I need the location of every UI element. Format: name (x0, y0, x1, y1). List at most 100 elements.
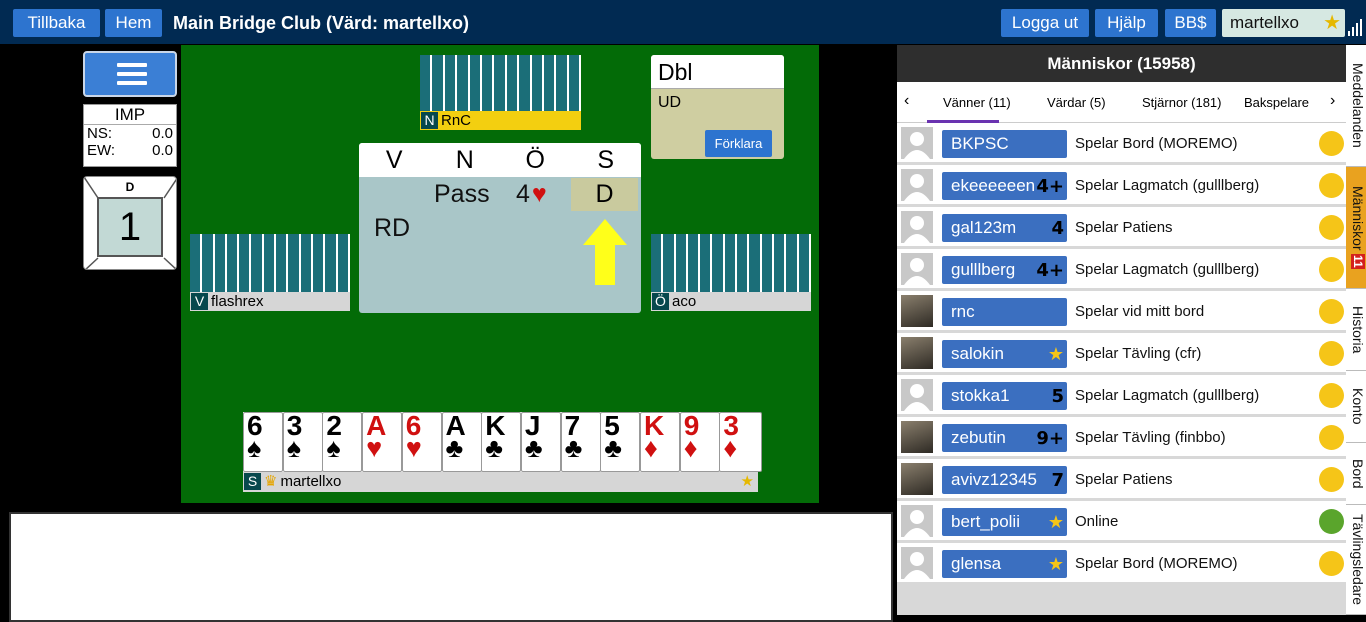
ns-label: NS: (87, 125, 113, 142)
user-photo-avatar (901, 295, 933, 327)
card-back (444, 55, 458, 111)
people-row[interactable]: bert_polii ★ Online (897, 501, 1346, 542)
west-seat-label: V (191, 293, 208, 310)
card-back (687, 234, 701, 292)
people-row[interactable]: BKPSC Spelar Bord (MOREMO) (897, 123, 1346, 164)
side-tab-1[interactable]: Meddelanden (1346, 45, 1366, 167)
home-button[interactable]: Hem (105, 9, 162, 37)
username-button[interactable]: gal123m 4 (942, 214, 1067, 242)
west-nameplate[interactable]: Vflashrex (190, 292, 350, 311)
tabs-left-arrow-icon[interactable]: ‹ (904, 92, 909, 110)
hand-card[interactable]: 6 ♠ (243, 410, 283, 472)
username-button[interactable]: bert_polii ★ (942, 508, 1067, 536)
card-suit-icon: ♠ (286, 433, 302, 463)
redouble-option[interactable]: RD (374, 213, 410, 243)
skill-badge: 9+ (1036, 428, 1064, 449)
side-tab-5[interactable]: Bord (1346, 443, 1366, 505)
username-text: salokin (951, 344, 1004, 363)
hand-card[interactable]: 3 ♠ (282, 410, 323, 472)
people-tabs: ‹ Vänner (11) Värdar (5) Stjärnor (181) … (897, 82, 1346, 123)
username-button[interactable]: gulllberg 4+ (942, 256, 1067, 284)
side-tab-3[interactable]: Historia (1346, 289, 1366, 371)
hand-card[interactable]: A ♥ (362, 410, 403, 472)
side-tab-4[interactable]: Konto (1346, 371, 1366, 443)
username-button[interactable]: avivz12345 7 (942, 466, 1067, 494)
east-player-name: aco (672, 293, 697, 310)
people-row[interactable]: rnc Spelar vid mitt bord (897, 291, 1346, 332)
side-tab-label: Meddelanden (1350, 63, 1366, 148)
card-back (519, 55, 532, 111)
card-back (737, 234, 750, 292)
scoring-type: IMP (84, 105, 176, 125)
card-suit-icon: ♦ (644, 433, 658, 463)
hand-card[interactable]: K ♦ (640, 410, 680, 472)
hand-card[interactable]: 9 ♦ (679, 410, 720, 472)
north-nameplate[interactable]: N RnC (420, 111, 581, 130)
hand-card[interactable]: 7 ♣ (560, 410, 601, 472)
username-button[interactable]: glensa ★ (942, 550, 1067, 578)
tab-stars[interactable]: Stjärnor (181) (1142, 95, 1221, 110)
people-row[interactable]: stokka1 5 Spelar Lagmatch (gulllberg) (897, 375, 1346, 416)
tabs-right-arrow-icon[interactable]: › (1330, 92, 1335, 110)
logout-button[interactable]: Logga ut (1001, 9, 1089, 37)
status-dot-icon (1319, 299, 1344, 324)
people-row[interactable]: gulllberg 4+ Spelar Lagmatch (gulllberg) (897, 249, 1346, 290)
username-button[interactable]: BKPSC (942, 130, 1067, 158)
status-dot-icon (1319, 467, 1344, 492)
username-button[interactable]: ekeeeeeen 4+ (942, 172, 1067, 200)
hand-card[interactable]: 6 ♥ (401, 410, 442, 472)
help-button[interactable]: Hjälp (1095, 9, 1158, 37)
hand-card[interactable]: 5 ♣ (600, 410, 641, 472)
chat-area[interactable] (9, 512, 893, 622)
username-button[interactable]: salokin ★ (942, 340, 1067, 368)
card-back (432, 55, 445, 111)
side-tab-label: Historia (1350, 305, 1366, 354)
explain-button[interactable]: Förklara (705, 130, 772, 157)
status-dot-icon (1319, 509, 1344, 534)
card-back (312, 234, 326, 292)
tab-kibitzers[interactable]: Bakspelare (1244, 95, 1309, 110)
card-suit-icon: ♥ (366, 433, 383, 463)
card-suit-icon: ♣ (485, 433, 503, 463)
east-seat-label: Ö (652, 293, 669, 310)
card-suit-icon: ♦ (723, 433, 738, 463)
username-button[interactable]: stokka1 5 (942, 382, 1067, 410)
default-avatar-icon (901, 505, 933, 537)
bid-double[interactable]: D (571, 178, 638, 211)
user-account-box[interactable]: martellxo ★ (1222, 9, 1345, 37)
card-back (786, 234, 799, 292)
card-back (749, 234, 762, 292)
people-row[interactable]: glensa ★ Spelar Bord (MOREMO) (897, 543, 1346, 584)
east-hand-cardbacks (651, 234, 811, 292)
side-tab-2[interactable]: Människor 11 (1346, 167, 1366, 289)
status-dot-icon (1319, 215, 1344, 240)
tab-hosts[interactable]: Värdar (5) (1047, 95, 1106, 110)
hand-card[interactable]: 2 ♠ (322, 410, 363, 472)
username-button[interactable]: rnc (942, 298, 1067, 326)
user-status: Spelar Lagmatch (gulllberg) (1075, 387, 1260, 404)
username-button[interactable]: zebutin 9+ (942, 424, 1067, 452)
hand-card[interactable]: 3 ♦ (719, 410, 763, 472)
bb-dollars-button[interactable]: BB$ (1165, 9, 1216, 37)
back-button[interactable]: Tillbaka (13, 9, 100, 37)
tab-friends[interactable]: Vänner (11) (943, 95, 1011, 110)
people-row[interactable]: avivz12345 7 Spelar Patiens (897, 459, 1346, 500)
status-dot-icon (1319, 551, 1344, 576)
user-status: Spelar vid mitt bord (1075, 303, 1205, 320)
card-back (663, 234, 676, 292)
east-nameplate[interactable]: Öaco (651, 292, 811, 311)
status-dot-icon (1319, 173, 1344, 198)
hamburger-menu-button[interactable] (83, 51, 177, 97)
hand-card[interactable]: K ♣ (481, 410, 522, 472)
bid-pass: Pass (434, 180, 490, 208)
user-photo-avatar (901, 421, 933, 453)
username-text: gulllberg (951, 260, 1016, 279)
hand-card[interactable]: J ♣ (520, 410, 561, 472)
hand-card[interactable]: A ♣ (441, 410, 482, 472)
people-row[interactable]: ekeeeeeen 4+ Spelar Lagmatch (gulllberg) (897, 165, 1346, 206)
side-tab-6[interactable]: Tävlingsledare (1346, 505, 1366, 615)
people-row[interactable]: salokin ★ Spelar Tävling (cfr) (897, 333, 1346, 374)
people-row[interactable]: zebutin 9+ Spelar Tävling (finbbo) (897, 417, 1346, 458)
south-nameplate[interactable]: S ♛ martellxo ★ (243, 472, 758, 492)
people-row[interactable]: gal123m 4 Spelar Patiens (897, 207, 1346, 248)
